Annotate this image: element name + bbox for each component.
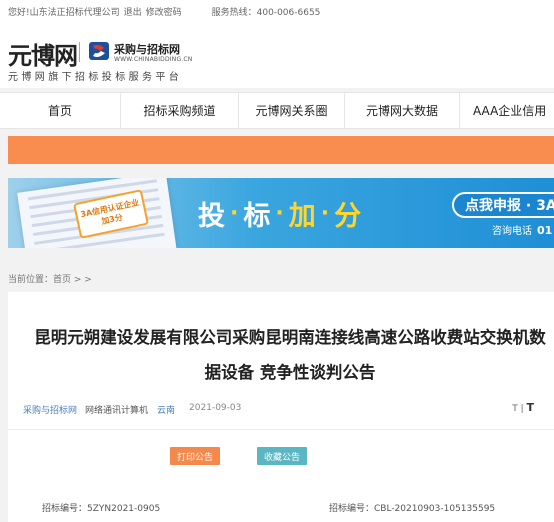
phone-number: 01 [537, 224, 553, 237]
category-text: 网络通讯计算机 [85, 406, 149, 416]
orange-ad-bar[interactable] [8, 136, 554, 164]
nav-item-relation-circle[interactable]: 元博网关系圈 [239, 93, 345, 128]
yuanbo-logo[interactable]: 元博网 [8, 36, 78, 71]
greeting-text: 您好!山东法正招标代理公司 [8, 7, 120, 18]
promo-banner[interactable]: 3A信用认证企业 加3分 投 · 标 · 加 · 分 点我申报 · 3A 咨询电… [8, 178, 554, 248]
breadcrumb: 当前位置：首页 > > [8, 275, 92, 285]
nav-item-big-data[interactable]: 元博网大数据 [345, 93, 460, 128]
font-large-button[interactable]: T [526, 401, 534, 414]
top-bar: 您好!山东法正招标代理公司 退出 修改密码 服务热线：400-006-6655 [0, 0, 554, 22]
article-panel: 昆明元朔建设发展有限公司采购昆明南连接线高速公路收费站交换机数据设备 竞争性谈判… [8, 292, 554, 522]
banner-title: 投 · 标 · 加 · 分 [198, 194, 361, 233]
banner-char-1: 投 [198, 201, 225, 232]
font-small-button[interactable]: T [512, 404, 518, 414]
print-button[interactable]: 打印公告 [170, 447, 220, 465]
chinabidding-logo-name[interactable]: 采购与招标网 [114, 41, 180, 57]
source-link[interactable]: 采购与招标网 [23, 403, 77, 416]
nav-item-home[interactable]: 首页 [0, 93, 121, 128]
font-size-tools: T | T [512, 401, 534, 414]
banner-char-3: 加 [288, 201, 316, 232]
bid-number-right: 招标编号：CBL-20210903-105135595 [329, 504, 496, 514]
phone-label: 咨询电话 [492, 226, 532, 237]
logout-link[interactable]: 退出 [124, 5, 142, 18]
article-meta: 采购与招标网 网络通讯计算机 云南 2021-09-03 [23, 403, 241, 416]
banner-char-2: 标 [243, 201, 271, 232]
apply-button[interactable]: 点我申报 · 3A [452, 192, 554, 218]
change-password-link[interactable]: 修改密码 [146, 5, 182, 18]
chinabidding-logo-url: WWW.CHINABIDDING.CN [114, 56, 193, 63]
region-link[interactable]: 云南 [157, 403, 175, 416]
consult-phone: 咨询电话 01 [492, 222, 552, 237]
page-title: 昆明元朔建设发展有限公司采购昆明南连接线高速公路收费站交换机数据设备 竞争性谈判… [34, 328, 546, 382]
chinabidding-logo-icon [89, 42, 109, 60]
nav-item-aaa-credit[interactable]: AAA企业信用 [460, 93, 554, 128]
hotline-text: 服务热线：400-006-6655 [211, 7, 321, 18]
nav-item-bidding-channel[interactable]: 招标采购频道 [121, 93, 239, 128]
banner-char-4: 分 [334, 201, 362, 232]
bid-number-left: 招标编号：5ZYN2021-0905 [42, 504, 161, 514]
site-header: 元博网 采购与招标网 WWW.CHINABIDDING.CN 元博网旗下招标投标… [0, 22, 554, 88]
site-slogan: 元博网旗下招标投标服务平台 [8, 72, 183, 83]
publish-date: 2021-09-03 [189, 403, 242, 413]
logo-divider [79, 42, 80, 62]
main-nav: 首页 招标采购频道 元博网关系圈 元博网大数据 AAA企业信用 [0, 92, 554, 129]
favorite-button[interactable]: 收藏公告 [257, 447, 307, 465]
